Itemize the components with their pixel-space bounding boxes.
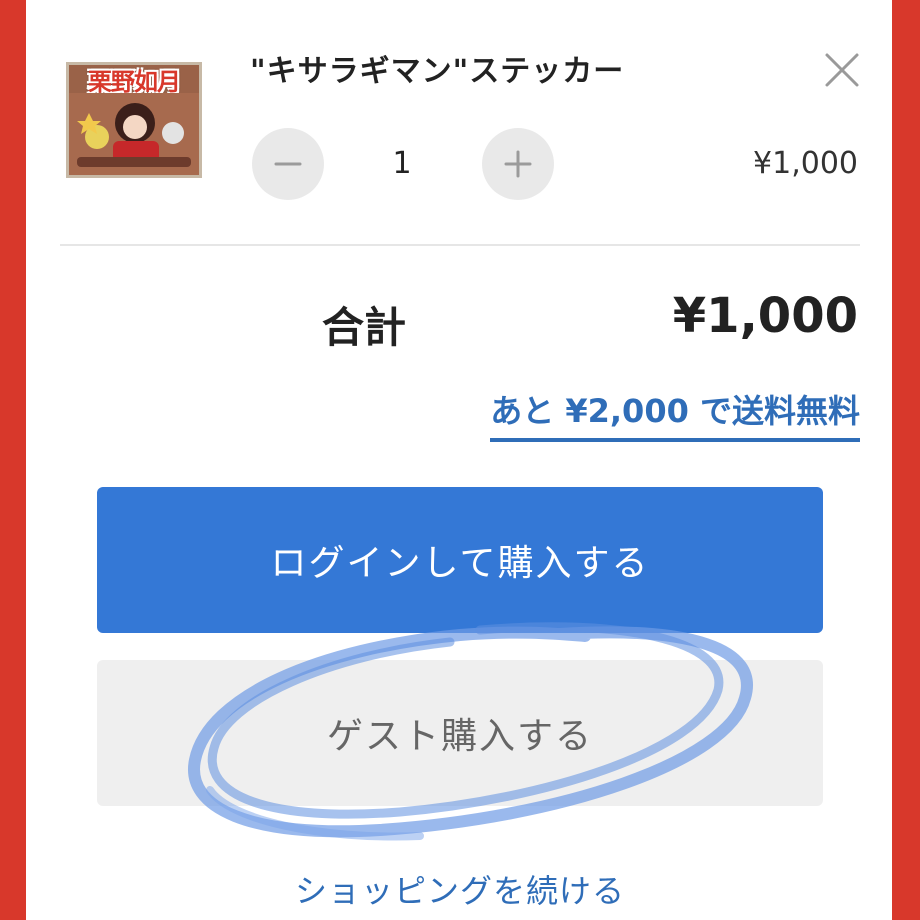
total-value: ¥1,000 xyxy=(672,288,858,344)
quantity-decrement-button[interactable] xyxy=(252,128,324,200)
guest-purchase-button[interactable]: ゲスト購入する xyxy=(97,660,823,806)
minus-icon xyxy=(274,162,302,166)
close-icon xyxy=(825,53,859,87)
free-shipping-link[interactable]: あと ¥2,000 で送料無料 xyxy=(490,386,860,442)
quantity-value: 1 xyxy=(392,146,412,181)
product-title: "キサラギマン"ステッカー xyxy=(250,54,625,89)
item-price: ¥1,000 xyxy=(753,146,858,181)
login-purchase-button[interactable]: ログインして購入する xyxy=(97,487,823,633)
product-thumbnail[interactable]: 栗野如月 xyxy=(66,62,202,178)
divider xyxy=(60,244,860,246)
quantity-increment-button[interactable] xyxy=(482,128,554,200)
total-label: 合計 xyxy=(322,303,407,352)
continue-shopping-link[interactable]: ショッピングを続ける xyxy=(0,866,920,912)
sticker-art-icon xyxy=(69,93,199,175)
plus-icon xyxy=(504,150,532,178)
close-button[interactable] xyxy=(824,52,860,88)
